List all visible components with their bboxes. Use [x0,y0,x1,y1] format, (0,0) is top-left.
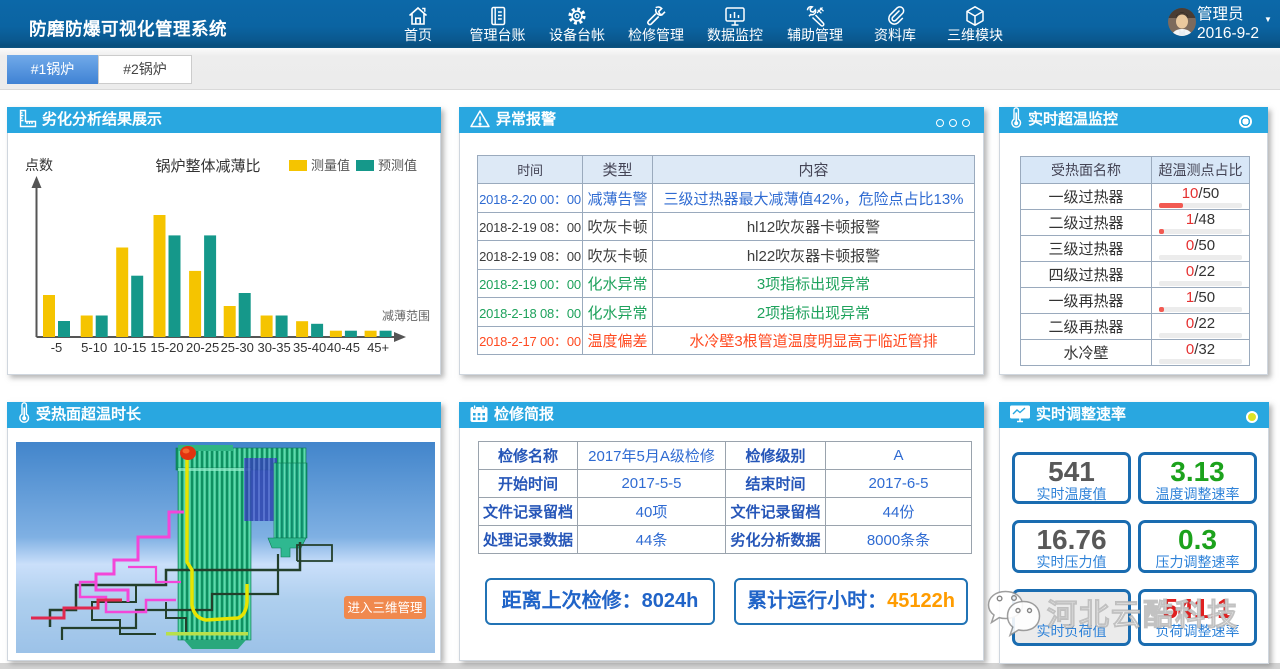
svg-text:35-40: 35-40 [293,340,326,355]
svg-text:河北云酷科技: 河北云酷科技 [1047,599,1239,632]
svg-text:25-30: 25-30 [221,340,254,355]
svg-text:15-20: 15-20 [150,340,183,355]
svg-text:点数: 点数 [25,157,53,173]
svg-text:测量值: 测量值 [311,158,350,173]
svg-text:预测值: 预测值 [378,158,417,173]
svg-text:40-45: 40-45 [327,340,360,355]
svg-text:减薄范围: 减薄范围 [382,308,430,323]
svg-text:30-35: 30-35 [257,340,290,355]
svg-text:锅炉整体减薄比: 锅炉整体减薄比 [155,158,260,175]
svg-text:5-10: 5-10 [81,340,107,355]
svg-text:进入三维管理: 进入三维管理 [347,600,423,615]
svg-text:10-15: 10-15 [113,340,146,355]
svg-text:45+: 45+ [367,340,389,355]
svg-text:20-25: 20-25 [186,340,219,355]
svg-text:-5: -5 [51,340,63,355]
